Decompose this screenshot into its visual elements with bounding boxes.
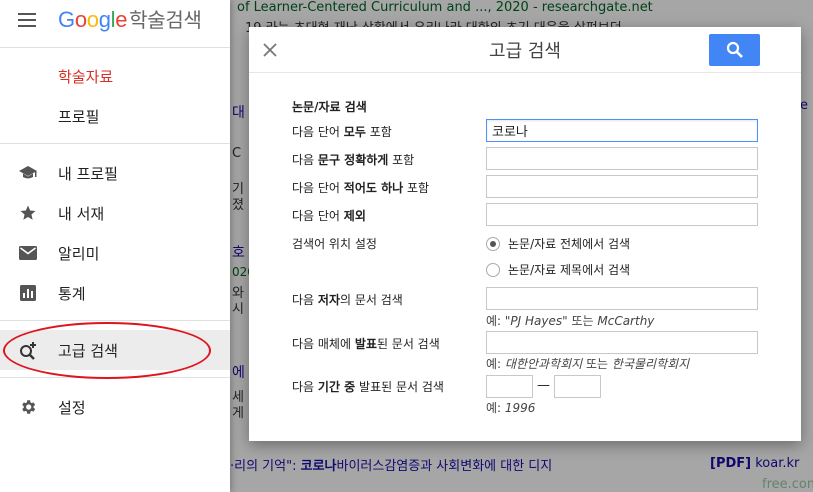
logo-letter: g	[98, 7, 111, 32]
label-bold-part: 기간 중	[317, 380, 356, 394]
radio-label: 논문/자료 제목에서 검색	[508, 263, 631, 277]
star-icon	[18, 203, 38, 223]
mail-icon	[18, 243, 38, 263]
nav-item-alerts[interactable]: 알리미	[0, 233, 230, 273]
at-least-one-input[interactable]	[486, 175, 758, 198]
year-from-input[interactable]	[486, 375, 533, 398]
all-words-input[interactable]	[486, 119, 758, 142]
search-button[interactable]	[709, 34, 760, 66]
where-words-label: 검색어 위치 설정	[292, 237, 377, 251]
advanced-search-dialog: 고급 검색 논문/자료 검색 다음 단어 모두 포함 다음 문구 정확하게 포함…	[249, 27, 801, 441]
author-input[interactable]	[486, 287, 758, 310]
nav-item-label: 설정	[58, 398, 86, 417]
logo-suffix: 학술검색	[129, 10, 202, 32]
nav-item-label: 프로필	[58, 107, 100, 126]
example-connector: 또는	[582, 357, 612, 371]
exact-phrase-label: 다음 문구 정확하게 포함	[292, 151, 414, 168]
label-part: 다음	[292, 380, 318, 394]
drawer-divider	[0, 377, 230, 378]
example-prefix: 예:	[486, 314, 505, 328]
example-value: 한국물리학회지	[611, 357, 690, 371]
label-bold-part: 제외	[343, 209, 366, 223]
logo-letter: o	[74, 7, 87, 32]
radio-button-checked[interactable]	[486, 236, 500, 251]
label-part: 포함	[403, 181, 430, 195]
nav-item-label: 내 프로필	[58, 164, 118, 183]
example-prefix: 예:	[486, 357, 505, 371]
nav-item-advanced-search[interactable]: 고급 검색	[0, 330, 230, 370]
drawer-divider	[0, 320, 230, 321]
example-connector: 또는	[567, 314, 598, 328]
label-bold-part: 적어도 하나	[343, 181, 404, 195]
year-range-dash: —	[537, 378, 550, 393]
date-range-label: 다음 기간 중 발표된 문서 검색	[292, 378, 444, 395]
at-least-one-label: 다음 단어 적어도 하나 포함	[292, 179, 429, 196]
nav-item-articles[interactable]: 학술자료	[0, 56, 230, 96]
search-icon	[726, 41, 743, 58]
label-bold-part: 문구 정확하게	[317, 153, 389, 167]
label-part: 다음	[292, 153, 318, 167]
radio-label: 논문/자료 전체에서 검색	[508, 237, 631, 251]
radio-button[interactable]	[486, 262, 500, 277]
nav-item-metrics[interactable]: 통계	[0, 273, 230, 313]
label-part: 포함	[365, 125, 392, 139]
logo-letter: e	[115, 7, 128, 32]
drawer-divider	[0, 143, 230, 144]
author-example: 예: "PJ Hayes" 또는 McCarthy	[486, 312, 654, 329]
example-value: "PJ Hayes"	[504, 314, 568, 328]
date-example: 예: 1996	[486, 399, 535, 416]
section-title: 논문/자료 검색	[292, 100, 367, 114]
label-part: 된 문서 검색	[376, 337, 440, 351]
logo-letter: G	[58, 7, 75, 32]
example-value: McCarthy	[597, 314, 655, 328]
year-to-input[interactable]	[554, 375, 601, 398]
nav-item-label: 내 서재	[58, 204, 105, 223]
sidebar-drawer: Google 학술검색 학술자료 프로필 내 프로필 내 서재 알리미 통계 고…	[0, 0, 230, 492]
nav-item-my-library[interactable]: 내 서재	[0, 193, 230, 233]
label-bold-part: 저자	[317, 293, 340, 307]
drawer-divider	[0, 47, 230, 48]
label-part: 다음 단어	[292, 125, 344, 139]
gear-icon	[18, 397, 38, 417]
nav-item-label: 고급 검색	[58, 341, 118, 360]
label-part: 발표된 문서 검색	[355, 380, 444, 394]
graduation-cap-icon	[18, 163, 38, 183]
radio-in-title[interactable]: 논문/자료 제목에서 검색	[486, 261, 630, 278]
label-part: 다음 매체에	[292, 337, 355, 351]
publication-label: 다음 매체에 발표된 문서 검색	[292, 335, 440, 352]
label-part: 의 문서 검색	[340, 293, 403, 307]
hamburger-menu-icon[interactable]	[18, 13, 38, 27]
nav-item-label: 알리미	[58, 244, 100, 263]
nav-item-label: 학술자료	[58, 67, 114, 86]
label-bold-part: 모두	[343, 125, 366, 139]
dialog-header: 고급 검색	[249, 27, 801, 73]
nav-item-label: 통계	[58, 284, 86, 303]
author-label: 다음 저자의 문서 검색	[292, 291, 403, 308]
nav-item-settings[interactable]: 설정	[0, 387, 230, 427]
stats-icon	[18, 283, 38, 303]
without-words-label: 다음 단어 제외	[292, 207, 366, 224]
advanced-search-icon	[18, 340, 38, 360]
google-scholar-logo[interactable]: Google 학술검색	[58, 4, 202, 33]
label-part: 다음 단어	[292, 209, 344, 223]
publication-example: 예: 대한안과학회지 또는 한국물리학회지	[486, 355, 689, 372]
radio-anywhere[interactable]: 논문/자료 전체에서 검색	[486, 235, 630, 252]
without-words-input[interactable]	[486, 203, 758, 226]
example-prefix: 예:	[486, 401, 505, 415]
nav-item-profiles[interactable]: 프로필	[0, 96, 230, 136]
publication-input[interactable]	[486, 331, 758, 354]
example-value: 1996	[504, 401, 536, 415]
exact-phrase-input[interactable]	[486, 147, 758, 170]
logo-letter: o	[86, 7, 99, 32]
label-part: 포함	[388, 153, 415, 167]
all-words-label: 다음 단어 모두 포함	[292, 123, 392, 140]
label-part: 다음	[292, 293, 318, 307]
example-value: 대한안과학회지	[504, 357, 583, 371]
label-bold-part: 발표	[354, 337, 377, 351]
label-part: 다음 단어	[292, 181, 344, 195]
nav-item-my-profile[interactable]: 내 프로필	[0, 153, 230, 193]
